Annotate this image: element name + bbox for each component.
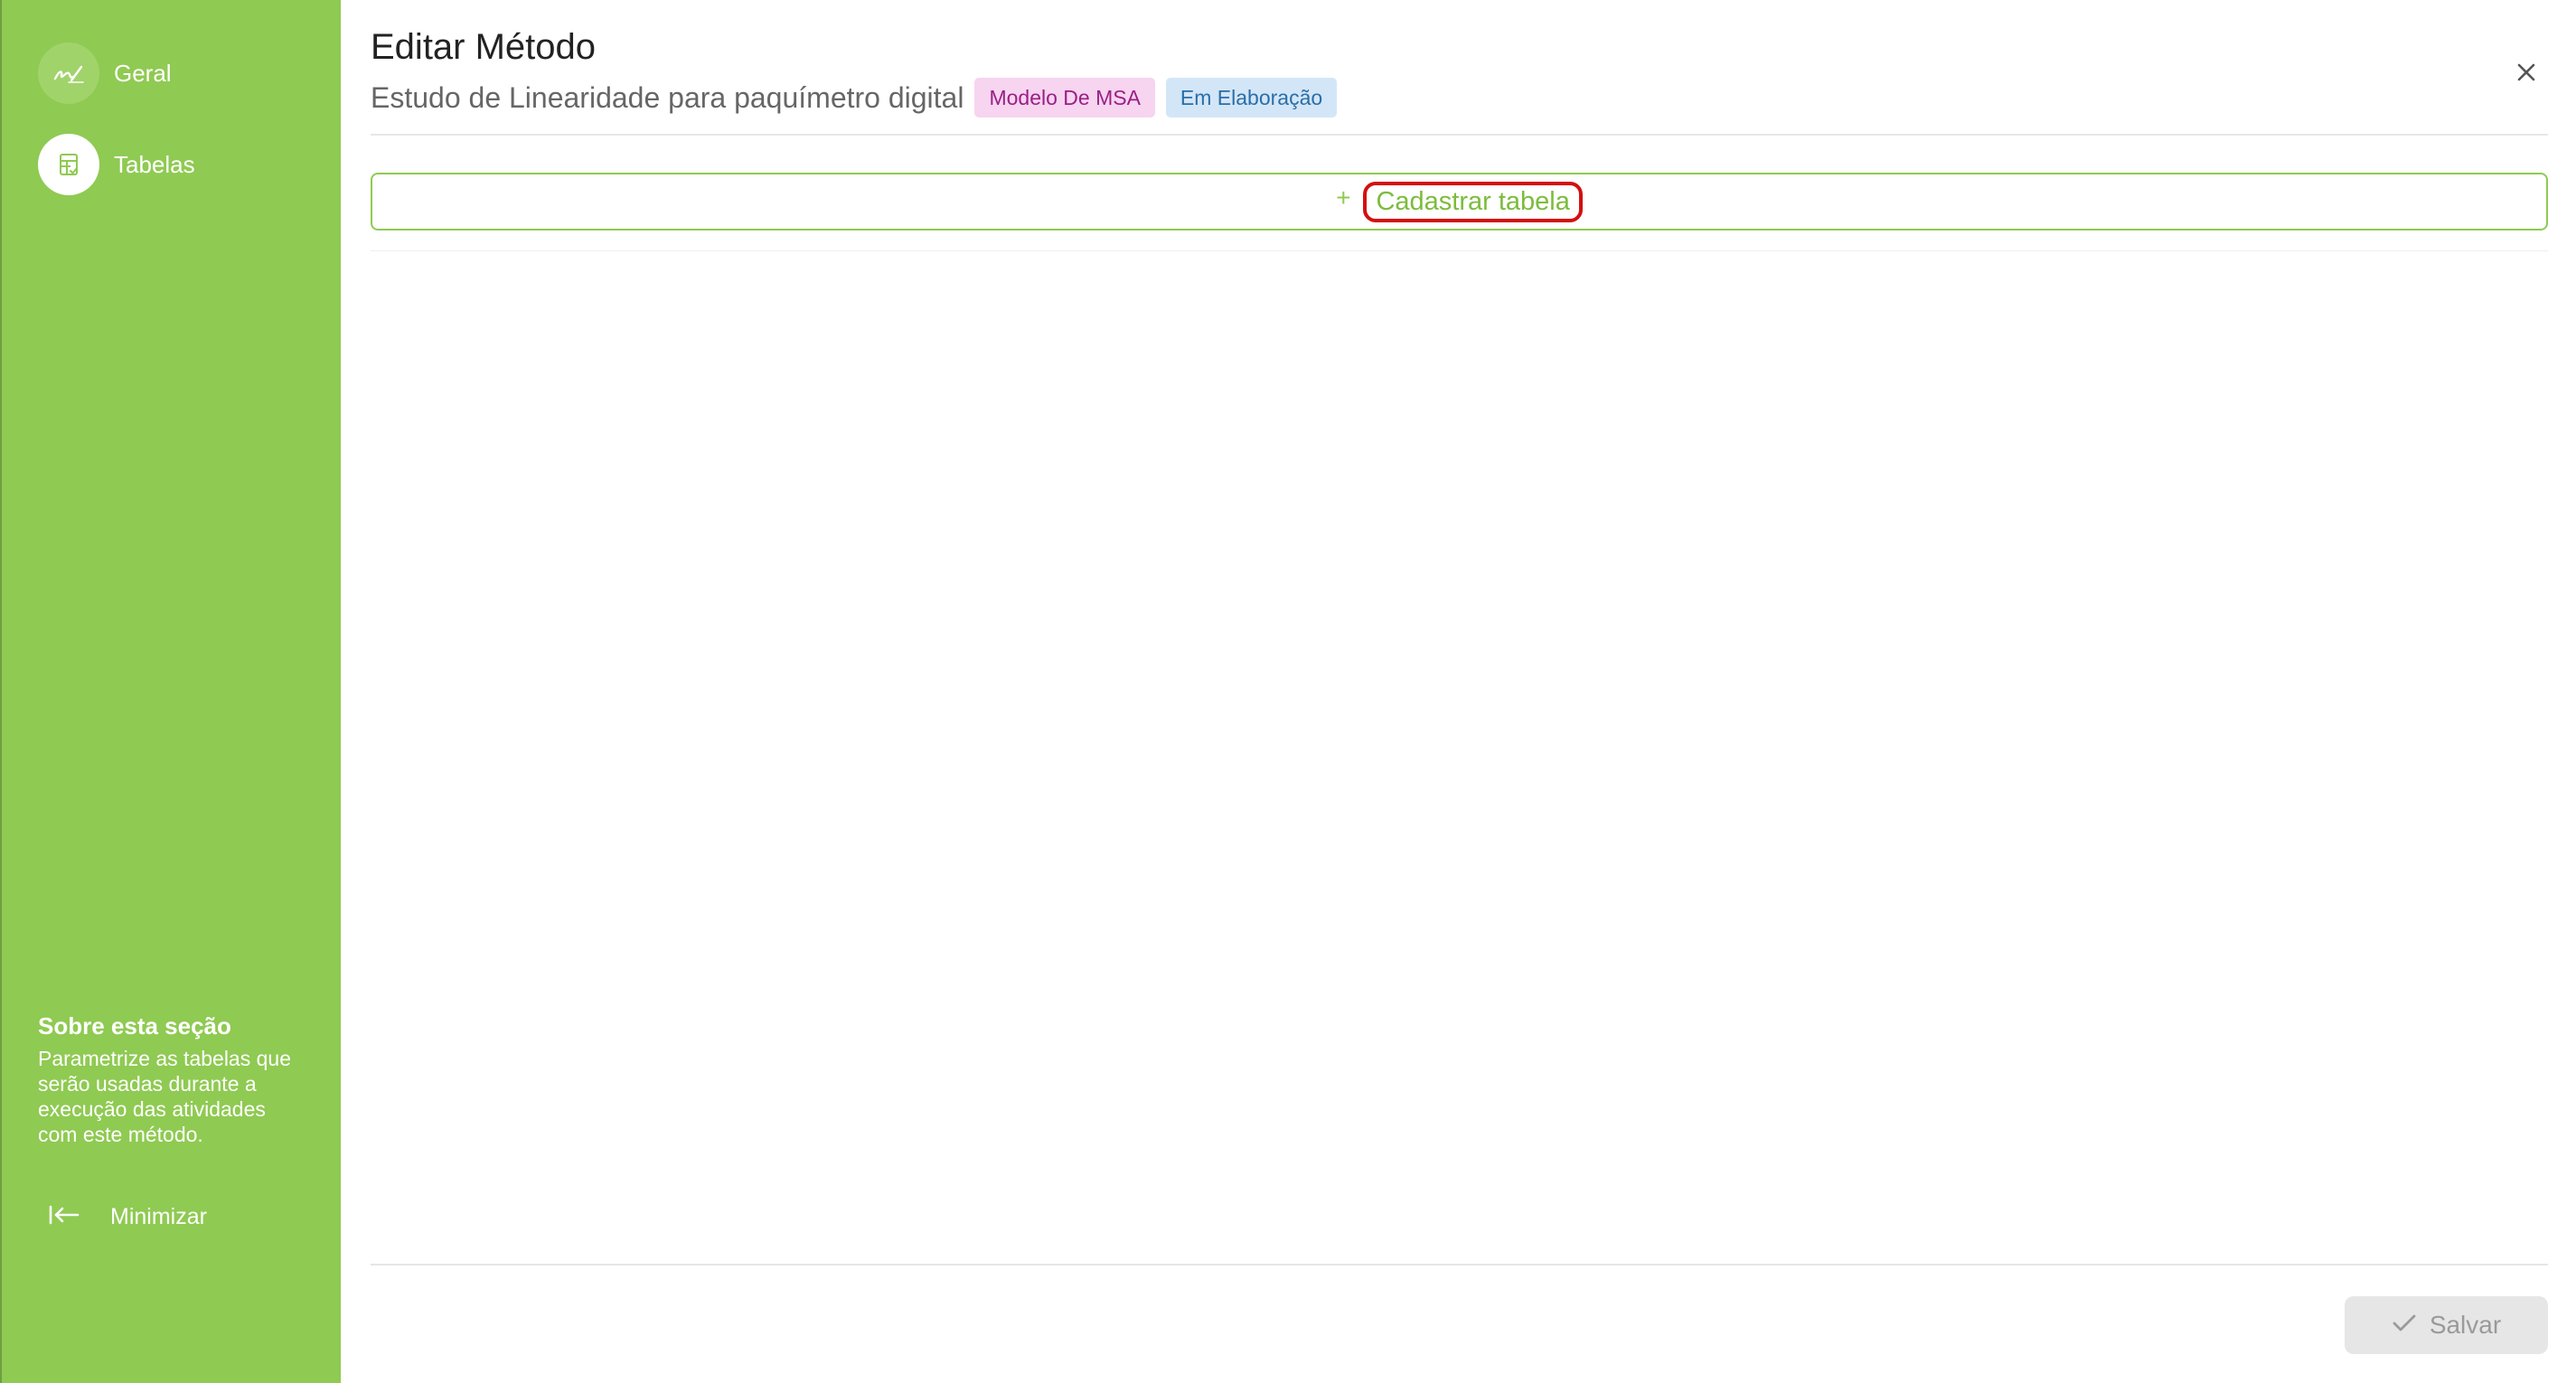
plus-icon: + <box>1336 183 1351 212</box>
signature-icon <box>38 42 99 104</box>
content-divider <box>371 250 2548 251</box>
type-badge: Modelo De MSA <box>974 78 1155 118</box>
add-table-label[interactable]: Cadastrar tabela <box>1363 181 1583 222</box>
status-badge: Em Elaboração <box>1165 78 1338 118</box>
minimize-button[interactable]: Minimizar <box>49 1204 207 1230</box>
save-button[interactable]: Salvar <box>2345 1296 2548 1354</box>
about-title: Sobre esta seção <box>38 1012 231 1040</box>
about-text: Parametrize as tabelas que serão usadas … <box>38 1047 291 1146</box>
edit-method-modal: Geral Tabelas Sobre esta seção Parametri… <box>0 0 2576 1383</box>
table-icon <box>38 134 99 195</box>
add-table-button[interactable]: + Cadastrar tabela <box>371 173 2548 230</box>
save-label: Salvar <box>2429 1311 2502 1339</box>
main-content: Editar Método Estudo de Linearidade para… <box>341 0 2576 1383</box>
close-icon <box>2515 61 2537 88</box>
sidebar-item-tabelas[interactable]: Tabelas <box>38 133 195 196</box>
check-icon <box>2392 1311 2417 1340</box>
sidebar: Geral Tabelas Sobre esta seção Parametri… <box>2 0 341 1383</box>
minimize-label: Minimizar <box>110 1204 207 1229</box>
footer-divider <box>371 1264 2548 1265</box>
collapse-left-icon <box>49 1205 80 1229</box>
close-button[interactable] <box>2503 51 2550 98</box>
header-divider <box>371 134 2548 136</box>
sidebar-item-label: Tabelas <box>114 150 195 178</box>
about-section: Sobre esta seção Parametrize as tabelas … <box>38 1012 309 1147</box>
sidebar-item-geral[interactable]: Geral <box>38 42 172 105</box>
method-name: Estudo de Linearidade para paquímetro di… <box>371 80 964 114</box>
sidebar-item-label: Geral <box>114 59 172 87</box>
subtitle-row: Estudo de Linearidade para paquímetro di… <box>371 78 1338 118</box>
page-title: Editar Método <box>371 27 597 67</box>
